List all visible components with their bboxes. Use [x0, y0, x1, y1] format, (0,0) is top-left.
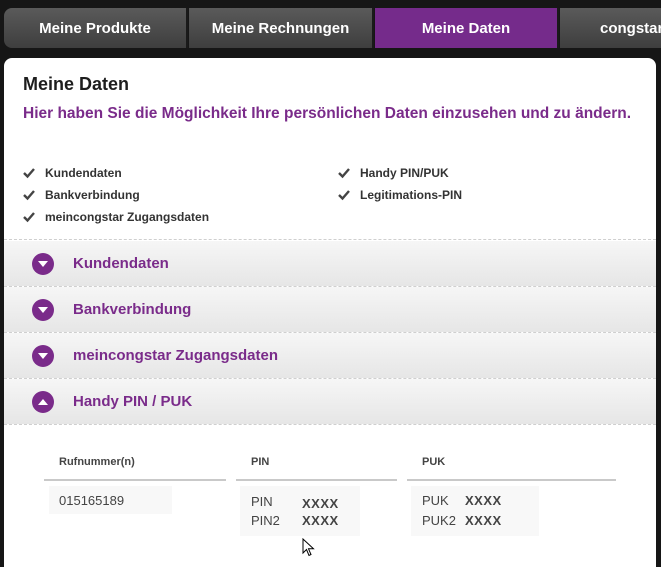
chevron-down-icon — [32, 298, 54, 321]
puk-value: XXXX — [465, 493, 502, 508]
pin-label: PIN — [251, 494, 273, 509]
accordion-label: Handy PIN / PUK — [73, 393, 193, 410]
pin-value: XXXX — [302, 496, 339, 511]
checkmark-icon — [338, 190, 350, 201]
checkmark-icon — [23, 190, 35, 201]
checklist-label: Bankverbindung — [45, 188, 140, 202]
puk2-label: PUK2 — [422, 513, 456, 528]
checklist-right: Handy PIN/PUK Legitimations-PIN — [338, 162, 462, 206]
checklist-label: Handy PIN/PUK — [360, 166, 449, 180]
puk-label: PUK — [422, 493, 449, 508]
accordion-kundendaten[interactable]: Kundendaten — [4, 241, 656, 286]
checklist-label: meincongstar Zugangsdaten — [45, 210, 210, 224]
chevron-down-icon — [32, 252, 54, 275]
column-rule — [44, 479, 226, 481]
accordion-label: Kundendaten — [73, 255, 169, 272]
checkmark-icon — [23, 212, 35, 223]
main-navigation: Meine Produkte Meine Rechnungen Meine Da… — [0, 8, 661, 48]
chevron-down-icon — [32, 344, 54, 367]
column-rule — [236, 479, 397, 481]
checklist-left: Kundendaten Bankverbindung meincongstar … — [23, 162, 209, 228]
checkmark-icon — [338, 168, 350, 179]
chevron-up-icon — [32, 390, 54, 413]
phone-number: 015165189 — [59, 493, 125, 508]
pin2-value: XXXX — [302, 513, 339, 528]
checklist-label: Legitimations-PIN — [360, 188, 463, 202]
page-subtitle: Hier haben Sie die Möglichkeit Ihre pers… — [23, 105, 632, 122]
accordion-handy-pin-puk[interactable]: Handy PIN / PUK — [4, 379, 656, 424]
checkmark-icon — [23, 168, 35, 179]
column-header-puk: PUK — [422, 456, 446, 468]
tab-meine-rechnungen[interactable]: Meine Rechnungen — [189, 8, 374, 48]
checklist-label: Kundendaten — [45, 166, 122, 180]
accordion-label: meincongstar Zugangsdaten — [73, 347, 279, 364]
checklist-item: Kundendaten — [23, 162, 209, 184]
accordion-zugangsdaten[interactable]: meincongstar Zugangsdaten — [4, 333, 656, 378]
tab-meine-daten[interactable]: Meine Daten — [375, 8, 559, 48]
divider — [4, 239, 656, 240]
column-header-pin: PIN — [251, 456, 270, 468]
checklist-item: Bankverbindung — [23, 184, 209, 206]
tab-meine-produkte[interactable]: Meine Produkte — [4, 8, 188, 48]
tab-congstar[interactable]: congstar — [560, 8, 661, 48]
divider — [4, 424, 656, 425]
pin2-label: PIN2 — [251, 513, 280, 528]
content-panel: Meine Daten Hier haben Sie die Möglichke… — [4, 58, 656, 567]
checklist-item: meincongstar Zugangsdaten — [23, 206, 209, 228]
mouse-cursor-icon — [302, 538, 315, 557]
checklist-item: Legitimations-PIN — [338, 184, 462, 206]
puk2-value: XXXX — [465, 513, 502, 528]
accordion-bankverbindung[interactable]: Bankverbindung — [4, 287, 656, 332]
page-title: Meine Daten — [23, 74, 130, 94]
column-rule — [407, 479, 616, 481]
accordion-label: Bankverbindung — [73, 301, 192, 318]
checklist-item: Handy PIN/PUK — [338, 162, 462, 184]
column-header-number: Rufnummer(n) — [59, 456, 135, 468]
